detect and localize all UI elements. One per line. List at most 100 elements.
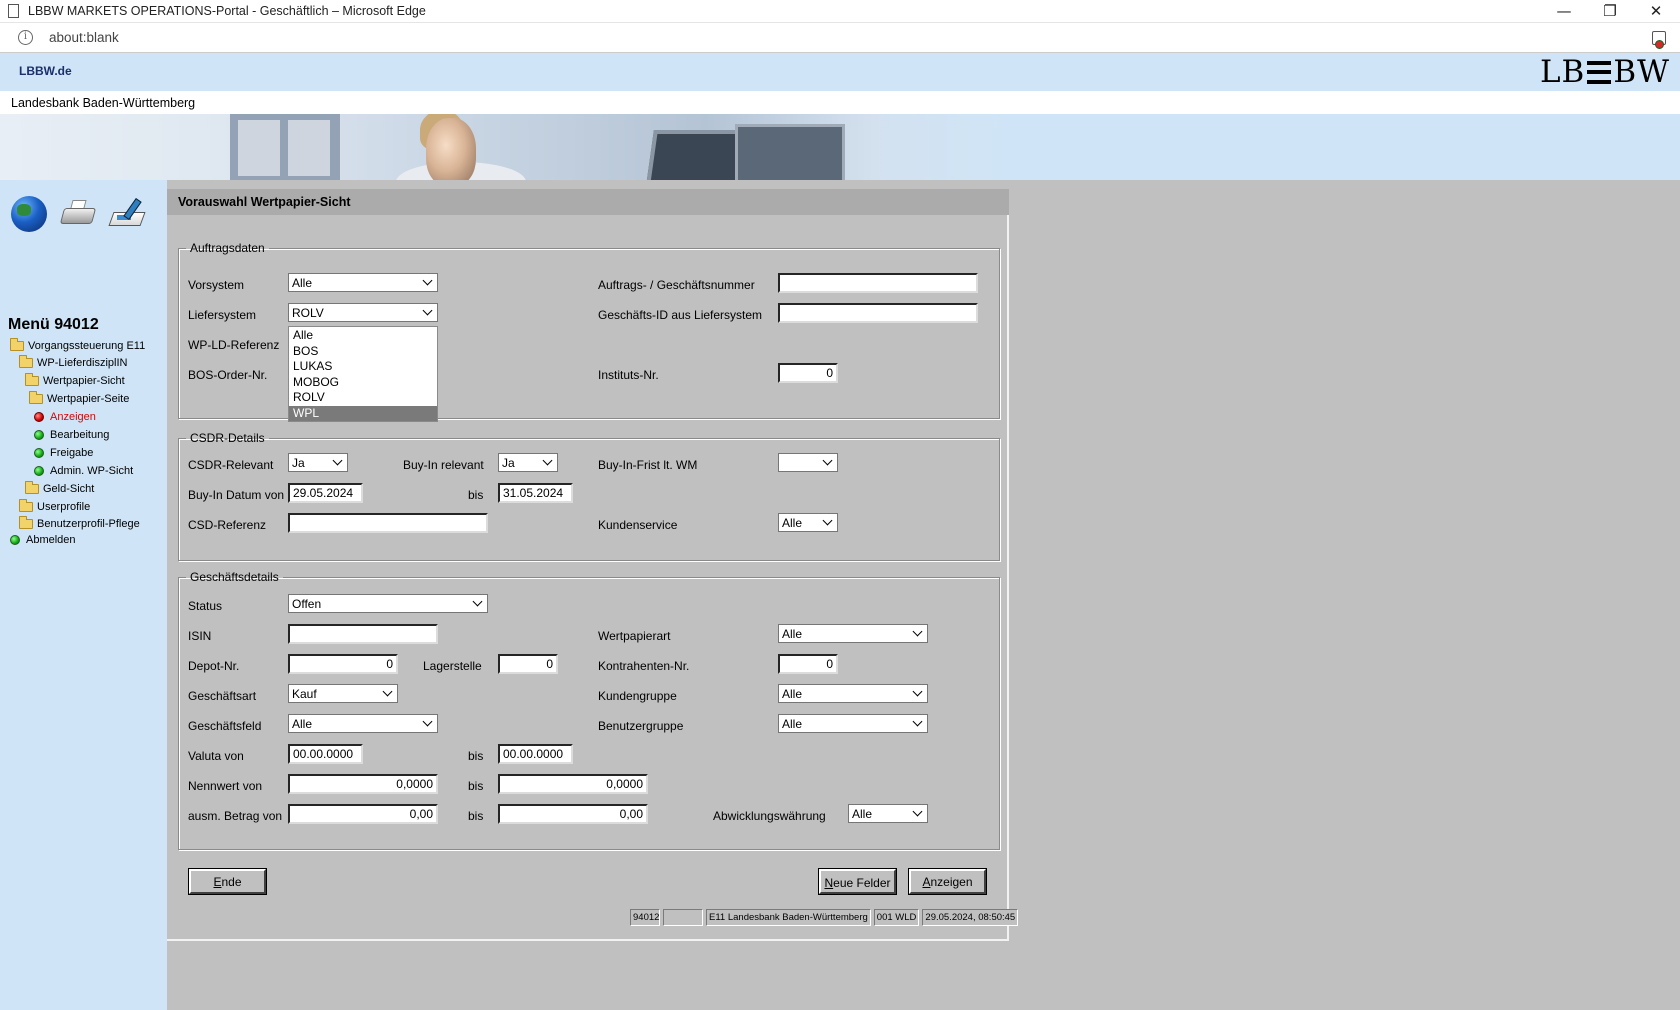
chevron-down-icon: [422, 716, 433, 727]
buyin-datum-bis-label: bis: [468, 488, 484, 502]
dropdown-option[interactable]: LUKAS: [289, 359, 437, 375]
chevron-down-icon: [912, 626, 923, 637]
csd-referenz-input[interactable]: [288, 513, 488, 533]
green-dot-icon: [34, 466, 44, 476]
buyin-frist-select[interactable]: [778, 453, 838, 472]
depot-nr-label: Depot-Nr.: [188, 659, 240, 673]
nav-item-vorgangssteuerung[interactable]: Vorgangssteuerung E11: [10, 338, 145, 352]
nav-item-wertpapier-sicht[interactable]: Wertpapier-Sicht: [25, 373, 125, 387]
nav-item-benutzerprofil-pflege[interactable]: Benutzerprofil-Pflege: [19, 516, 140, 530]
abwicklungswaehrung-select[interactable]: Alle: [848, 804, 928, 823]
folder-icon: [25, 373, 39, 386]
green-dot-icon: [34, 448, 44, 458]
buyin-datum-bis-input[interactable]: [498, 483, 573, 503]
nav-item-geld-sicht[interactable]: Geld-Sicht: [25, 481, 94, 495]
csdr-relevant-select[interactable]: Ja: [288, 453, 348, 472]
status-select[interactable]: Offen: [288, 594, 488, 613]
buyin-relevant-select[interactable]: Ja: [498, 453, 558, 472]
nav-item-bearbeitung[interactable]: Bearbeitung: [34, 429, 109, 441]
chevron-down-icon: [912, 716, 923, 727]
kundenservice-label: Kundenservice: [598, 518, 678, 532]
status-bank: E11 Landesbank Baden-Württemberg: [706, 909, 871, 926]
restore-button[interactable]: ❐: [1587, 0, 1633, 23]
status-empty-field: [663, 909, 703, 926]
status-menu-number: 94012: [630, 909, 660, 926]
vorsystem-select[interactable]: Alle: [288, 273, 438, 292]
left-navigation: [0, 180, 167, 1010]
kundengruppe-select[interactable]: Alle: [778, 684, 928, 703]
dropdown-option[interactable]: MOBOG: [289, 375, 437, 391]
menu-title: Menü 94012: [8, 316, 99, 333]
csdr-relevant-label: CSDR-Relevant: [188, 458, 274, 472]
valuta-bis-label: bis: [468, 749, 484, 763]
auftragsdaten-legend: Auftragsdaten: [190, 241, 265, 255]
lbbw-logo: LB BW: [1540, 54, 1670, 90]
alert-dot: [1655, 40, 1664, 49]
signature-pad-icon[interactable]: [108, 196, 146, 232]
nav-item-admin-wp-sicht[interactable]: Admin. WP-Sicht: [34, 465, 133, 477]
buyin-datum-von-input[interactable]: [288, 483, 363, 503]
geschaeftsfeld-select[interactable]: Alle: [288, 714, 438, 733]
instituts-nr-input[interactable]: [778, 363, 838, 383]
ende-button[interactable]: Ende: [189, 869, 266, 894]
kundenservice-select[interactable]: Alle: [778, 513, 838, 532]
wp-ld-referenz-label: WP-LD-Referenz: [188, 338, 280, 352]
status-bar: 94012 E11 Landesbank Baden-Württemberg 0…: [630, 909, 1019, 926]
chevron-down-icon: [472, 596, 483, 607]
tracking-prevention-icon[interactable]: [1652, 31, 1666, 49]
chevron-down-icon: [422, 305, 433, 316]
nav-item-wertpapier-seite[interactable]: Wertpapier-Seite: [29, 391, 129, 405]
dropdown-option[interactable]: ROLV: [289, 390, 437, 406]
close-button[interactable]: ✕: [1633, 0, 1679, 23]
status-label: Status: [188, 599, 223, 613]
bank-name-band: Landesbank Baden-Württemberg: [0, 91, 1680, 114]
nennwert-bis-label: bis: [468, 779, 484, 793]
chevron-down-icon: [912, 686, 923, 697]
benutzergruppe-select[interactable]: Alle: [778, 714, 928, 733]
nav-item-userprofile[interactable]: Userprofile: [19, 499, 90, 513]
anzeigen-button[interactable]: Anzeigen: [909, 869, 986, 894]
kontrahenten-nr-input[interactable]: [778, 654, 838, 674]
betrag-von-input[interactable]: [288, 804, 438, 824]
depot-nr-input[interactable]: [288, 654, 398, 674]
kundengruppe-label: Kundengruppe: [598, 689, 677, 703]
liefersystem-select[interactable]: ROLV: [288, 303, 438, 322]
neue-felder-button[interactable]: Neue Felder: [819, 869, 896, 894]
nennwert-von-input[interactable]: [288, 774, 438, 794]
chevron-down-icon: [382, 686, 393, 697]
valuta-bis-input[interactable]: [498, 744, 573, 764]
nennwert-bis-input[interactable]: [498, 774, 648, 794]
nav-item-wp-lieferdisziplin[interactable]: WP-LieferdisziplIN: [19, 355, 127, 369]
globe-icon[interactable]: [11, 196, 47, 232]
lbbw-link[interactable]: LBBW.de: [19, 64, 72, 78]
page-icon: [8, 4, 19, 18]
valuta-von-input[interactable]: [288, 744, 363, 764]
betrag-von-label: ausm. Betrag von: [188, 809, 283, 823]
nav-item-freigabe[interactable]: Freigabe: [34, 447, 93, 459]
betrag-bis-input[interactable]: [498, 804, 648, 824]
info-icon[interactable]: i: [18, 30, 33, 45]
wertpapierart-label: Wertpapierart: [598, 629, 671, 643]
auftragsnummer-input[interactable]: [778, 273, 978, 293]
csd-referenz-label: CSD-Referenz: [188, 518, 267, 532]
geschaeftsart-select[interactable]: Kauf: [288, 684, 398, 703]
nav-item-anzeigen[interactable]: Anzeigen: [34, 411, 96, 423]
geschaeftsart-label: Geschäftsart: [188, 689, 257, 703]
person-head: [426, 118, 476, 180]
dropdown-option-highlighted[interactable]: WPL: [289, 405, 437, 421]
auftragsnummer-label: Auftrags- / Geschäftsnummer: [598, 278, 755, 292]
benutzergruppe-label: Benutzergruppe: [598, 719, 684, 733]
folder-icon: [19, 355, 33, 368]
printer-icon[interactable]: [59, 196, 97, 232]
geschaefts-id-input[interactable]: [778, 303, 978, 323]
dropdown-option[interactable]: Alle: [289, 328, 437, 344]
lagerstelle-input[interactable]: [498, 654, 558, 674]
url-text[interactable]: about:blank: [49, 30, 119, 45]
isin-input[interactable]: [288, 624, 438, 644]
nav-item-abmelden[interactable]: Abmelden: [10, 534, 76, 546]
bank-name: Landesbank Baden-Württemberg: [11, 96, 196, 110]
abwicklungswaehrung-label: Abwicklungswährung: [713, 809, 826, 823]
wertpapierart-select[interactable]: Alle: [778, 624, 928, 643]
minimize-button[interactable]: —: [1541, 0, 1587, 23]
dropdown-option[interactable]: BOS: [289, 344, 437, 360]
